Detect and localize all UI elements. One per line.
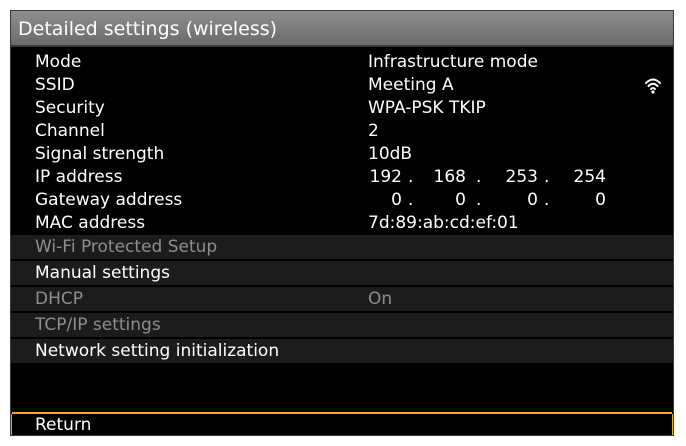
gateway-address-value: 0 . 0 . 0 . 0 xyxy=(368,189,628,212)
octet-separator: . xyxy=(476,167,482,187)
signal-strength-label: Signal strength xyxy=(35,144,165,164)
octet-separator: . xyxy=(544,167,550,187)
network-init-label: Network setting initialization xyxy=(35,341,280,361)
mode-label: Mode xyxy=(35,52,82,72)
menu-item-dhcp: DHCP On xyxy=(11,285,673,311)
ip-address-value: 192 . 168 . 253 . 254 xyxy=(368,166,628,189)
ip-octet: 192 xyxy=(369,167,402,187)
wps-label: Wi-Fi Protected Setup xyxy=(35,237,218,257)
dhcp-label: DHCP xyxy=(35,289,83,309)
channel-value: 2 xyxy=(368,121,379,141)
ip-octet: 168 xyxy=(433,167,466,187)
settings-panel: Detailed settings (wireless) Mode Infras… xyxy=(10,10,674,436)
gateway-octet: 0 xyxy=(595,190,606,210)
gateway-octet: 0 xyxy=(455,190,466,210)
mode-row: Mode Infrastructure mode xyxy=(11,51,673,74)
octet-separator: . xyxy=(476,190,482,210)
menu-item-return[interactable]: Return xyxy=(11,412,673,435)
menu-item-wps: Wi-Fi Protected Setup xyxy=(11,235,673,259)
ssid-row: SSID Meeting A xyxy=(11,74,673,97)
mac-address-value: 7d:89:ab:cd:ef:01 xyxy=(368,213,519,233)
panel-title: Detailed settings (wireless) xyxy=(11,11,673,47)
menu-item-manual-settings[interactable]: Manual settings xyxy=(11,259,673,285)
gateway-octet: 0 xyxy=(527,190,538,210)
ip-address-row: IP address 192 . 168 . 253 . 254 xyxy=(11,166,673,189)
ip-octet: 253 xyxy=(505,167,538,187)
settings-list: Mode Infrastructure mode SSID Meeting A … xyxy=(11,51,673,363)
ip-address-label: IP address xyxy=(35,167,123,187)
wifi-signal-icon xyxy=(645,78,661,94)
mode-value: Infrastructure mode xyxy=(368,52,538,72)
signal-strength-value: 10dB xyxy=(368,144,413,164)
mac-address-label: MAC address xyxy=(35,213,146,233)
security-row: Security WPA-PSK TKIP xyxy=(11,97,673,120)
octet-separator: . xyxy=(408,167,414,187)
tcpip-settings-label: TCP/IP settings xyxy=(35,315,161,335)
octet-separator: . xyxy=(408,190,414,210)
ip-octet: 254 xyxy=(573,167,606,187)
ssid-value: Meeting A xyxy=(368,75,454,95)
dhcp-value: On xyxy=(368,289,393,309)
menu-item-network-init[interactable]: Network setting initialization xyxy=(11,337,673,363)
return-label: Return xyxy=(35,415,92,435)
security-value: WPA-PSK TKIP xyxy=(368,98,486,118)
security-label: Security xyxy=(35,98,105,118)
signal-strength-row: Signal strength 10dB xyxy=(11,143,673,166)
gateway-address-row: Gateway address 0 . 0 . 0 . 0 xyxy=(11,189,673,212)
gateway-address-label: Gateway address xyxy=(35,190,183,210)
channel-row: Channel 2 xyxy=(11,120,673,143)
gateway-octet: 0 xyxy=(391,190,402,210)
octet-separator: . xyxy=(544,190,550,210)
manual-settings-label: Manual settings xyxy=(35,263,170,283)
ssid-label: SSID xyxy=(35,75,75,95)
menu-item-tcpip-settings: TCP/IP settings xyxy=(11,311,673,337)
channel-label: Channel xyxy=(35,121,105,141)
mac-address-row: MAC address 7d:89:ab:cd:ef:01 xyxy=(11,212,673,235)
